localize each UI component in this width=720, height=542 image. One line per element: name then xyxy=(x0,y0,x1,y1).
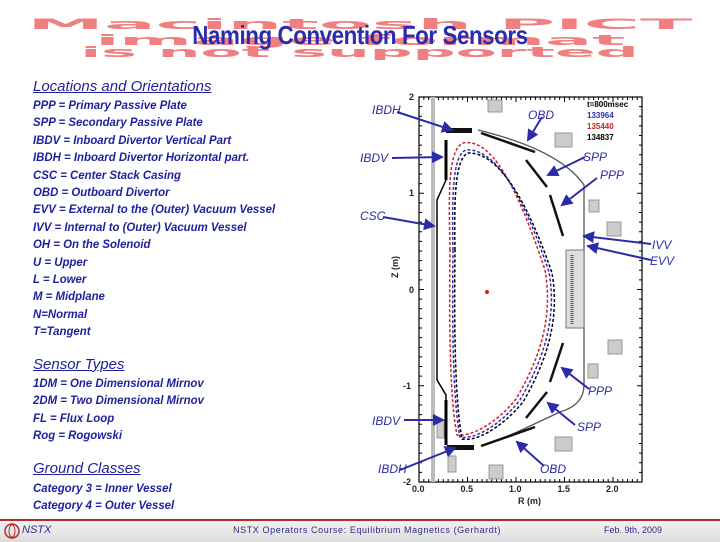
legend-entry: 134837 xyxy=(587,133,614,142)
label-ivv: IVV xyxy=(652,238,672,252)
coil xyxy=(488,464,504,480)
label-ibdh-top: IBDH xyxy=(372,103,401,117)
y-axis-label: Z (m) xyxy=(390,256,400,278)
midplane-sensors xyxy=(565,249,585,329)
coil xyxy=(554,132,573,148)
x-tick-label: 0.5 xyxy=(460,484,474,494)
vessel-cross-section-figure xyxy=(382,96,652,483)
legend-entry: t=800msec xyxy=(587,100,629,109)
label-ibdv-top: IBDV xyxy=(360,151,389,165)
label-evv: EVV xyxy=(650,254,675,268)
nstx-logo-icon xyxy=(4,523,20,539)
x-tick-label: 1.5 xyxy=(557,484,571,494)
label-csc: CSC xyxy=(360,209,386,223)
label-ibdv-bottom: IBDV xyxy=(372,414,401,428)
label-ibdh-bottom: IBDH xyxy=(378,462,407,476)
footer-course: NSTX Operators Course: Equilibrium Magne… xyxy=(233,525,502,535)
coil xyxy=(487,99,503,113)
footer-date: Feb. 9th, 2009 xyxy=(604,525,663,535)
y-tick-label: 0 xyxy=(409,284,415,295)
magnetic-axis xyxy=(485,290,489,294)
footer: NSTX NSTX Operators Course: Equilibrium … xyxy=(0,519,720,542)
y-tick-label: 2 xyxy=(409,92,415,102)
footer-logo-text: NSTX xyxy=(22,524,52,536)
coil xyxy=(436,419,445,439)
label-spp-top: SPP xyxy=(583,150,608,164)
x-axis-label: R (m) xyxy=(518,496,541,506)
legend-entry: 135440 xyxy=(587,122,614,131)
label-ppp-bottom: PPP xyxy=(588,384,613,398)
y-tick-label: -1 xyxy=(403,380,412,391)
coil xyxy=(554,436,573,452)
y-tick-label: -2 xyxy=(403,477,412,487)
label-ppp-top: PPP xyxy=(600,168,625,182)
coil xyxy=(588,199,600,213)
coil xyxy=(606,221,622,237)
x-tick-label: 2.0 xyxy=(606,484,619,494)
center-stack xyxy=(431,97,435,482)
label-spp-bottom: SPP xyxy=(577,420,602,434)
x-tick-label: 0.0 xyxy=(412,484,425,494)
arrow xyxy=(391,151,444,164)
coil xyxy=(447,455,457,473)
x-tick-label: 1.0 xyxy=(509,484,522,494)
coil xyxy=(607,339,623,355)
y-tick-label: 1 xyxy=(409,188,415,199)
plot-frame xyxy=(418,96,643,483)
legend-entry: 133964 xyxy=(587,111,614,120)
label-obd-bottom: OBD xyxy=(540,462,567,476)
label-obd-top: OBD xyxy=(528,108,555,122)
coil xyxy=(587,363,599,379)
